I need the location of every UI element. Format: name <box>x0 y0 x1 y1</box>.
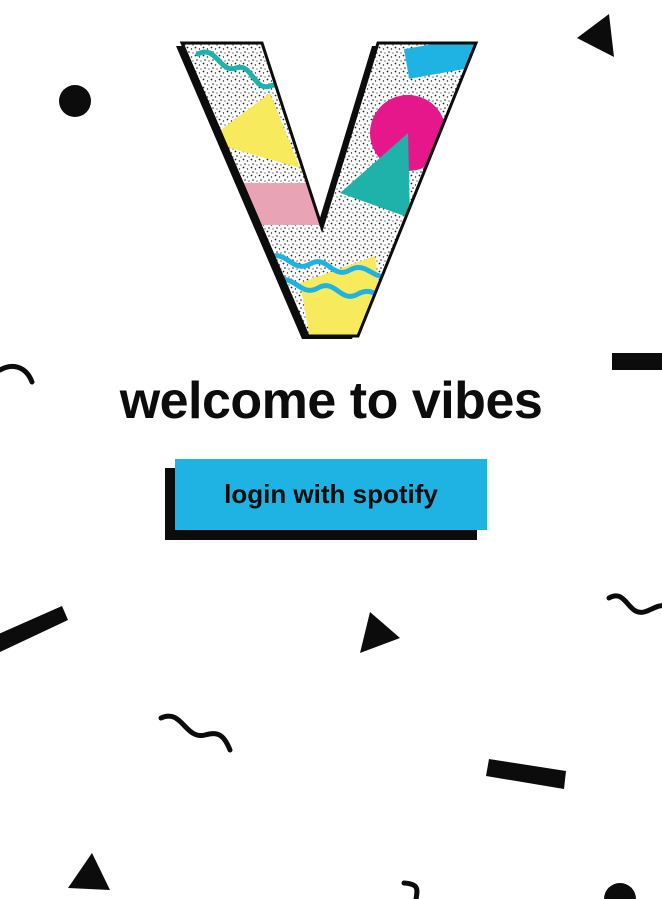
squiggle-icon <box>158 713 233 753</box>
bar-icon <box>486 759 566 789</box>
triangle-icon <box>68 853 110 890</box>
welcome-title: welcome to vibes <box>119 372 543 430</box>
login-with-spotify-button[interactable]: login with spotify <box>175 459 487 530</box>
circle-icon <box>604 883 636 899</box>
triangle-icon <box>360 612 400 653</box>
welcome-screen: welcome to vibes login with spotify <box>0 0 662 899</box>
vibes-logo-icon <box>176 41 479 339</box>
squiggle-icon <box>401 880 420 899</box>
bar-icon <box>0 606 68 652</box>
circle-icon <box>59 85 91 117</box>
squiggle-icon <box>606 593 662 615</box>
triangle-icon <box>577 14 614 57</box>
